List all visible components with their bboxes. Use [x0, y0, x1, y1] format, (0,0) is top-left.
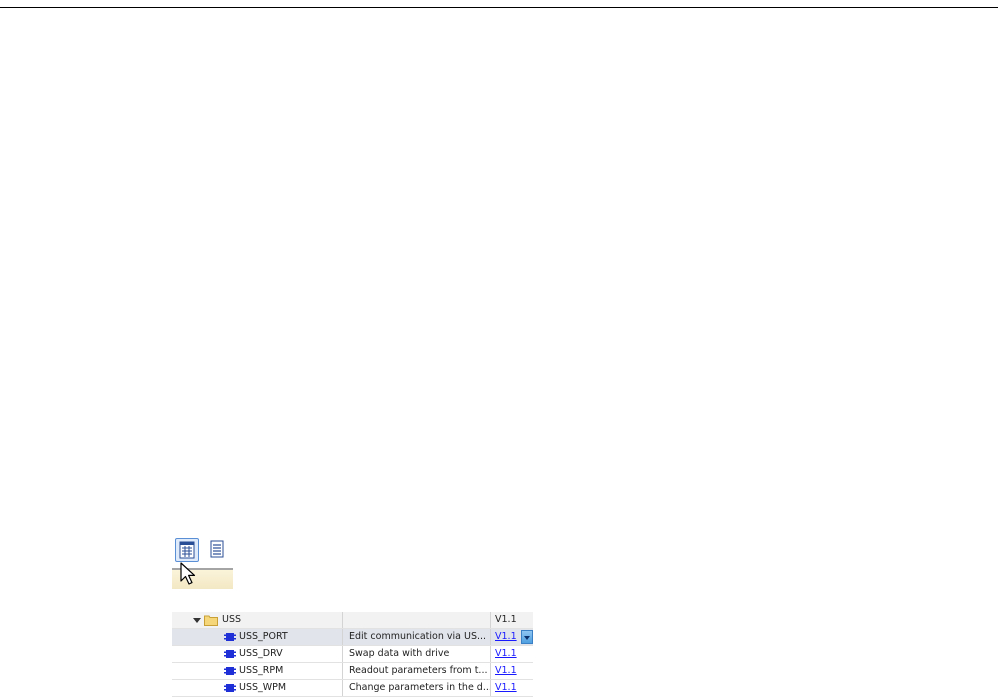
library-table: USS V1.1 USS_PORT Edit communication via… [172, 612, 533, 697]
block-description: Edit communication via US... [342, 629, 490, 645]
list-view-button[interactable] [207, 538, 227, 562]
version-link[interactable]: V1.1 [495, 682, 517, 693]
block-version: V1.1 [490, 663, 533, 679]
function-block-icon [224, 684, 236, 692]
manual-page: USS V1.1 USS_PORT Edit communication via… [0, 0, 998, 699]
version-link[interactable]: V1.1 [495, 648, 517, 659]
block-name: USS_DRV [239, 648, 283, 659]
mouse-pointer-icon [180, 562, 196, 585]
block-version: V1.1 [490, 646, 533, 662]
block-description: Swap data with drive [342, 646, 490, 662]
table-row[interactable]: USS_DRV Swap data with drive V1.1 [172, 646, 533, 663]
block-version: V1.1 [490, 680, 533, 696]
version-dropdown-button[interactable] [521, 630, 533, 644]
folder-row-uss[interactable]: USS V1.1 [172, 612, 533, 629]
block-description: Readout parameters from t... [342, 663, 490, 679]
table-row[interactable]: USS_RPM Readout parameters from t... V1.… [172, 663, 533, 680]
table-row[interactable]: USS_PORT Edit communication via US... V1… [172, 629, 533, 646]
block-description: Change parameters in the d... [342, 680, 490, 696]
version-link[interactable]: V1.1 [495, 665, 517, 676]
block-name: USS_PORT [239, 631, 288, 642]
block-name: USS_RPM [239, 665, 284, 676]
version-link[interactable]: V1.1 [495, 631, 517, 642]
list-view-icon [210, 540, 224, 558]
table-row[interactable]: USS_WPM Change parameters in the d... V1… [172, 680, 533, 697]
folder-icon [204, 615, 218, 626]
detail-view-icon [179, 541, 195, 559]
function-block-icon [224, 667, 236, 675]
block-name: USS_WPM [239, 682, 287, 693]
function-block-icon [224, 650, 236, 658]
library-view-toolbar [172, 535, 233, 589]
folder-name: USS [222, 614, 242, 625]
folder-description [342, 612, 490, 628]
expand-arrow-icon[interactable] [193, 618, 201, 623]
function-block-icon [224, 633, 236, 641]
header-rule [0, 7, 998, 8]
folder-version: V1.1 [490, 612, 533, 628]
detail-view-button[interactable] [175, 538, 199, 562]
